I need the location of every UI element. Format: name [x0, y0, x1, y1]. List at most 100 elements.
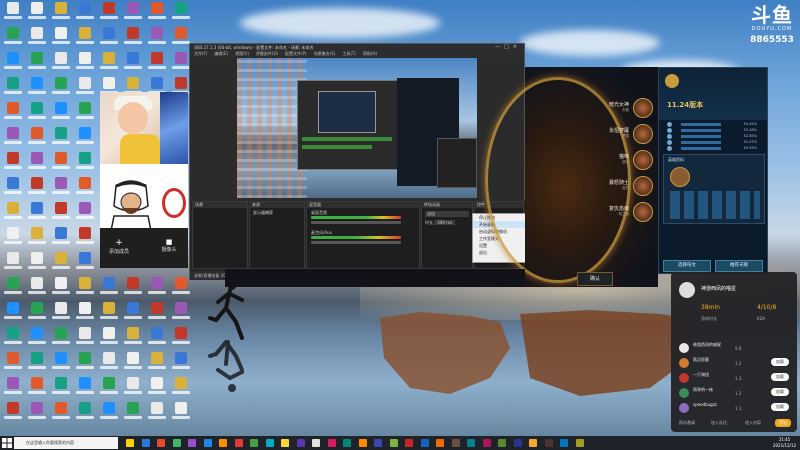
desktop-shortcut-icon[interactable] — [146, 327, 168, 351]
desktop-shortcut-icon[interactable] — [50, 202, 72, 226]
desktop-shortcut-icon[interactable] — [122, 302, 144, 326]
load-button[interactable]: 加载 — [771, 403, 789, 411]
champion-row[interactable]: 复仇焰魂 布兰德 — [593, 201, 655, 223]
desktop-shortcut-icon[interactable] — [146, 52, 168, 76]
desktop-shortcut-icon[interactable] — [2, 277, 24, 301]
desktop-shortcut-icon[interactable] — [98, 27, 120, 51]
desktop-shortcut-icon[interactable] — [170, 377, 192, 401]
desktop-shortcut-icon[interactable] — [50, 52, 72, 76]
duration-input[interactable]: 300 ms — [434, 220, 456, 225]
desktop-shortcut-icon[interactable] — [74, 302, 96, 326]
desktop-shortcut-icon[interactable] — [50, 402, 72, 426]
source-item[interactable]: 显示器捕获 — [250, 208, 304, 218]
desktop-shortcut-icon[interactable] — [2, 227, 24, 251]
load-button[interactable]: 加载 — [771, 358, 789, 366]
obs-menu-item[interactable]: 视图(V) — [235, 51, 249, 56]
desktop-shortcut-icon[interactable] — [50, 177, 72, 201]
champion-row[interactable]: 猫咪 悠米 — [593, 149, 655, 171]
mixer-slider[interactable] — [311, 221, 401, 224]
desktop-shortcut-icon[interactable] — [26, 77, 48, 101]
desktop-shortcut-icon[interactable] — [146, 352, 168, 376]
taskbar-app-icon[interactable] — [343, 439, 351, 447]
desktop-shortcut-icon[interactable] — [26, 252, 48, 276]
desktop-shortcut-icon[interactable] — [122, 277, 144, 301]
desktop-shortcut-icon[interactable] — [2, 2, 24, 26]
desktop-shortcut-icon[interactable] — [74, 402, 96, 426]
obs-menu-item[interactable]: 工具(T) — [342, 51, 356, 56]
talent-button[interactable]: 推荐天赋 — [715, 260, 763, 272]
desktop-shortcut-icon[interactable] — [50, 252, 72, 276]
taskbar-app-icon[interactable] — [513, 439, 522, 447]
desktop-shortcut-icon[interactable] — [26, 202, 48, 226]
desktop-shortcut-icon[interactable] — [98, 277, 120, 301]
obs-menu-item[interactable]: 文件(F) — [194, 51, 207, 56]
desktop-shortcut-icon[interactable] — [74, 327, 96, 351]
desktop-shortcut-icon[interactable] — [2, 202, 24, 226]
desktop-shortcut-icon[interactable] — [98, 52, 120, 76]
desktop-shortcut-icon[interactable] — [98, 377, 120, 401]
desktop-shortcut-icon[interactable] — [146, 27, 168, 51]
desktop-shortcut-icon[interactable] — [74, 127, 96, 151]
taskbar-app-icon[interactable] — [172, 439, 181, 447]
list-item[interactable]: 雨季的一抹 1.2 加载 — [679, 387, 791, 401]
mixer-slider[interactable] — [311, 241, 401, 244]
taskbar-app-icon[interactable] — [482, 439, 491, 447]
desktop-shortcut-icon[interactable] — [74, 2, 96, 26]
desktop-shortcut-icon[interactable] — [26, 52, 48, 76]
confirm-button[interactable]: 确认 — [577, 272, 613, 286]
desktop-shortcut-icon[interactable] — [146, 277, 168, 301]
desktop-shortcut-icon[interactable] — [98, 352, 120, 376]
taskbar-app-icon[interactable] — [126, 439, 134, 447]
desktop-shortcut-icon[interactable] — [122, 2, 144, 26]
desktop-shortcut-icon[interactable] — [74, 277, 96, 301]
list-item[interactable]: 陆沉怪客 1.2 加载 — [679, 357, 791, 371]
desktop-shortcut-icon[interactable] — [74, 377, 96, 401]
desktop-shortcut-icon[interactable] — [74, 352, 96, 376]
champion-row[interactable]: 暗光女神 天使 — [593, 97, 655, 119]
start-button[interactable]: 开始 — [775, 419, 791, 427]
taskbar-app-icon[interactable] — [560, 439, 568, 447]
desktop-shortcut-icon[interactable] — [170, 277, 192, 301]
taskbar-app-icon[interactable] — [389, 439, 398, 447]
desktop-shortcut-icon[interactable] — [2, 327, 24, 351]
desktop-shortcut-icon[interactable] — [74, 202, 96, 226]
desktop-shortcut-icon[interactable] — [50, 27, 72, 51]
desktop-shortcut-icon[interactable] — [50, 127, 72, 151]
desktop-shortcut-icon[interactable] — [98, 2, 120, 26]
taskbar-app-icon[interactable] — [451, 439, 460, 447]
obs-menu-item[interactable]: 配置文件(P) — [285, 51, 307, 56]
desktop-shortcut-icon[interactable] — [50, 327, 72, 351]
desktop-shortcut-icon[interactable] — [170, 327, 192, 351]
taskbar-app-icon[interactable] — [420, 439, 429, 447]
desktop-shortcut-icon[interactable] — [50, 352, 72, 376]
desktop-shortcut-icon[interactable] — [170, 402, 192, 426]
taskbar-app-icon[interactable] — [467, 439, 475, 447]
list-item[interactable]: speedbugzz 1.1 加载 — [679, 402, 791, 416]
desktop-shortcut-icon[interactable] — [50, 2, 72, 26]
desktop-shortcut-icon[interactable] — [2, 352, 24, 376]
desktop-shortcut-icon[interactable] — [50, 302, 72, 326]
desktop-shortcut-icon[interactable] — [122, 402, 144, 426]
desktop-shortcut-icon[interactable] — [26, 27, 48, 51]
obs-menu-item[interactable]: 停靠部件(D) — [256, 51, 278, 56]
desktop-shortcut-icon[interactable] — [2, 77, 24, 101]
taskbar-app-icon[interactable] — [250, 439, 258, 447]
desktop-shortcut-icon[interactable] — [98, 302, 120, 326]
desktop-shortcut-icon[interactable] — [122, 27, 144, 51]
desktop-shortcut-icon[interactable] — [146, 402, 168, 426]
desktop-shortcut-icon[interactable] — [50, 227, 72, 251]
taskbar-search[interactable]: 在这里输入你要搜索的内容 — [14, 437, 118, 449]
desktop-shortcut-icon[interactable] — [26, 2, 48, 26]
desktop-shortcut-icon[interactable] — [2, 127, 24, 151]
desktop-shortcut-icon[interactable] — [74, 27, 96, 51]
load-button[interactable]: 加载 — [771, 388, 789, 396]
desktop-shortcut-icon[interactable] — [122, 327, 144, 351]
desktop-shortcut-icon[interactable] — [74, 227, 96, 251]
taskbar-app-icon[interactable] — [157, 439, 165, 447]
desktop-shortcut-icon[interactable] — [74, 252, 96, 276]
champion-row[interactable]: 永恒梦魇 梦魇 — [593, 123, 655, 145]
desktop-shortcut-icon[interactable] — [26, 127, 48, 151]
add-member-button[interactable]: + 添加成员 — [104, 238, 134, 255]
taskbar-app-icon[interactable] — [296, 439, 305, 447]
desktop-shortcut-icon[interactable] — [2, 302, 24, 326]
